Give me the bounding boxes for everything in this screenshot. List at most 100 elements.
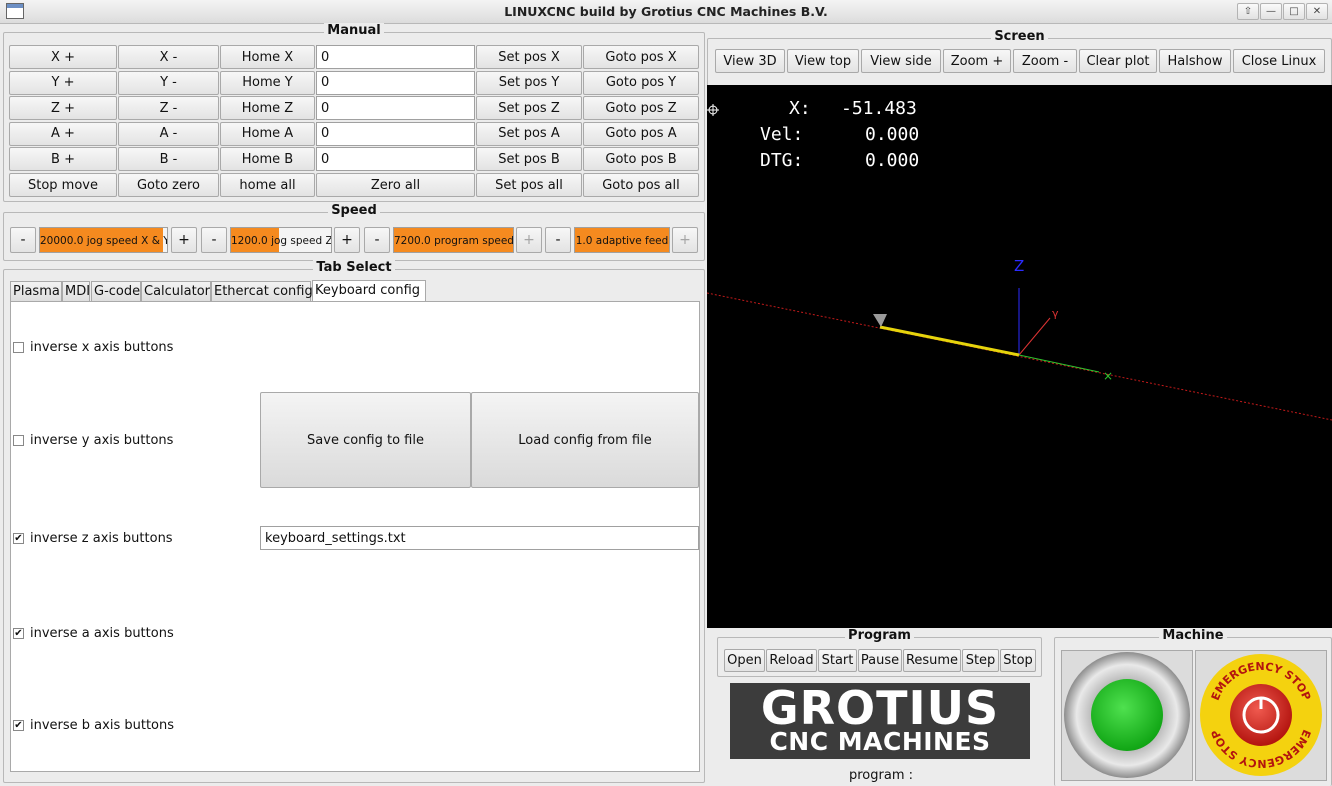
jog-plus-button-z[interactable]: Z + — [9, 96, 117, 121]
keyboard-config-pane: inverse x axis buttons inverse y axis but… — [10, 301, 700, 772]
jog-speed-z-slider-label: 1200.0 jog speed Z — [231, 235, 332, 247]
jog-speed-z-slider[interactable]: 1200.0 jog speed Z — [230, 227, 332, 253]
jog-plus-button-a[interactable]: A + — [9, 121, 117, 146]
jog-speed-z-slider-increase-button[interactable]: + — [334, 227, 360, 253]
jog-speed-xy-slider-decrease-button[interactable]: - — [10, 227, 36, 253]
clear-plot-button[interactable]: Clear plot — [1079, 49, 1157, 73]
home-button-x[interactable]: Home X — [220, 45, 315, 69]
tab-plasma[interactable]: Plasma — [10, 281, 62, 301]
home-all-button[interactable]: home all — [220, 173, 315, 197]
program-start-button[interactable]: Start — [818, 649, 857, 672]
inverse-axis-label-0: inverse x axis buttons — [30, 340, 174, 355]
jog-speed-xy-slider[interactable]: 20000.0 jog speed X & Y — [39, 227, 168, 253]
inverse-axis-checkbox-1[interactable] — [13, 435, 24, 446]
jog-minus-button-y[interactable]: Y - — [118, 70, 219, 95]
window-title: LINUXCNC build by Grotius CNC Machines B… — [504, 4, 828, 19]
save-config-button[interactable]: Save config to file — [260, 392, 471, 488]
tab-calculator[interactable]: Calculator — [141, 281, 211, 301]
goto-pos-button-z[interactable]: Goto pos Z — [583, 96, 699, 121]
goto-zero-button[interactable]: Goto zero — [118, 173, 219, 197]
home-button-z[interactable]: Home Z — [220, 96, 315, 121]
jog-plus-button-b[interactable]: B + — [9, 147, 117, 172]
program-step-button[interactable]: Step — [962, 649, 999, 672]
inverse-axis-row-2[interactable]: ✔ inverse z axis buttons — [13, 531, 173, 546]
goto-pos-button-y[interactable]: Goto pos Y — [583, 70, 699, 95]
inverse-axis-row-1[interactable]: inverse y axis buttons — [13, 433, 173, 448]
tab-mdi[interactable]: MDI — [62, 281, 90, 301]
inverse-axis-checkbox-3[interactable]: ✔ — [13, 628, 24, 639]
zoom-in-button[interactable]: Zoom + — [943, 49, 1011, 73]
emergency-stop-button[interactable]: EMERGENCY STOP EMERGENCY STOP — [1195, 650, 1327, 781]
program-open-button[interactable]: Open — [724, 649, 765, 672]
jog-plus-button-y[interactable]: Y + — [9, 70, 117, 95]
program-speed-slider-label: 7200.0 program speed — [394, 235, 514, 247]
jog-speed-xy-slider-increase-button[interactable]: + — [171, 227, 197, 253]
inverse-axis-row-3[interactable]: ✔ inverse a axis buttons — [13, 626, 174, 641]
set-pos-all-button[interactable]: Set pos all — [476, 173, 582, 197]
jog-minus-button-b[interactable]: B - — [118, 147, 219, 172]
inverse-axis-checkbox-4[interactable]: ✔ — [13, 720, 24, 731]
jog-plus-button-x[interactable]: X + — [9, 45, 117, 69]
window-controls: ⇧ — □ ✕ — [1236, 3, 1328, 20]
set-pos-button-z[interactable]: Set pos Z — [476, 96, 582, 121]
position-input-a[interactable] — [316, 121, 475, 146]
inverse-axis-label-1: inverse y axis buttons — [30, 433, 174, 448]
home-button-b[interactable]: Home B — [220, 147, 315, 172]
start-button-icon — [1064, 652, 1190, 778]
zero-all-button[interactable]: Zero all — [316, 173, 475, 197]
minimize-icon[interactable]: — — [1260, 3, 1282, 20]
position-input-y[interactable] — [316, 70, 475, 95]
program-speed-slider-increase-button[interactable]: + — [516, 227, 542, 253]
view-3d-button[interactable]: View 3D — [715, 49, 785, 73]
maximize-icon[interactable]: □ — [1283, 3, 1305, 20]
set-pos-button-b[interactable]: Set pos B — [476, 147, 582, 172]
view-top-button[interactable]: View top — [787, 49, 859, 73]
adaptive-feed-slider-increase-button[interactable]: + — [672, 227, 698, 253]
program-pause-button[interactable]: Pause — [858, 649, 902, 672]
home-button-y[interactable]: Home Y — [220, 70, 315, 95]
tab-ethercat-config[interactable]: Ethercat config — [211, 281, 313, 301]
close-linux-button[interactable]: Close Linux — [1233, 49, 1325, 73]
goto-pos-button-b[interactable]: Goto pos B — [583, 147, 699, 172]
position-input-b[interactable] — [316, 147, 475, 172]
program-stop-button[interactable]: Stop — [1000, 649, 1036, 672]
jog-minus-button-a[interactable]: A - — [118, 121, 219, 146]
shade-icon[interactable]: ⇧ — [1237, 3, 1259, 20]
inverse-axis-label-3: inverse a axis buttons — [30, 626, 174, 641]
stop-move-button[interactable]: Stop move — [9, 173, 117, 197]
jog-minus-button-z[interactable]: Z - — [118, 96, 219, 121]
goto-pos-button-a[interactable]: Goto pos A — [583, 121, 699, 146]
inverse-axis-row-0[interactable]: inverse x axis buttons — [13, 340, 173, 355]
set-pos-button-a[interactable]: Set pos A — [476, 121, 582, 146]
position-input-z[interactable] — [316, 96, 475, 121]
jog-speed-z-slider-decrease-button[interactable]: - — [201, 227, 227, 253]
view-side-button[interactable]: View side — [861, 49, 941, 73]
load-config-button[interactable]: Load config from file — [471, 392, 699, 488]
goto-pos-button-x[interactable]: Goto pos X — [583, 45, 699, 69]
home-button-a[interactable]: Home A — [220, 121, 315, 146]
adaptive-feed-slider-decrease-button[interactable]: - — [545, 227, 571, 253]
machine-start-button[interactable] — [1061, 650, 1193, 781]
adaptive-feed-slider[interactable]: 1.0 adaptive feed — [574, 227, 670, 253]
set-pos-button-x[interactable]: Set pos X — [476, 45, 582, 69]
machine-title: Machine — [1159, 628, 1227, 643]
keyboard-file-input[interactable] — [260, 526, 699, 550]
inverse-axis-checkbox-0[interactable] — [13, 342, 24, 353]
halshow-button[interactable]: Halshow — [1159, 49, 1231, 73]
program-reload-button[interactable]: Reload — [766, 649, 817, 672]
program-resume-button[interactable]: Resume — [903, 649, 961, 672]
toolpath-plot[interactable]: X: -51.483 Vel: 0.000 DTG: 0.000 Z γ × — [707, 85, 1332, 628]
close-icon[interactable]: ✕ — [1306, 3, 1328, 20]
position-input-x[interactable] — [316, 45, 475, 69]
set-pos-button-y[interactable]: Set pos Y — [476, 70, 582, 95]
screen-title: Screen — [991, 29, 1048, 44]
program-speed-slider[interactable]: 7200.0 program speed — [393, 227, 514, 253]
zoom-out-button[interactable]: Zoom - — [1013, 49, 1077, 73]
jog-minus-button-x[interactable]: X - — [118, 45, 219, 69]
program-speed-slider-decrease-button[interactable]: - — [364, 227, 390, 253]
goto-pos-all-button[interactable]: Goto pos all — [583, 173, 699, 197]
inverse-axis-row-4[interactable]: ✔ inverse b axis buttons — [13, 718, 174, 733]
tab-g-code[interactable]: G-code — [91, 281, 141, 301]
tab-keyboard-config[interactable]: Keyboard config — [312, 280, 426, 302]
inverse-axis-checkbox-2[interactable]: ✔ — [13, 533, 24, 544]
